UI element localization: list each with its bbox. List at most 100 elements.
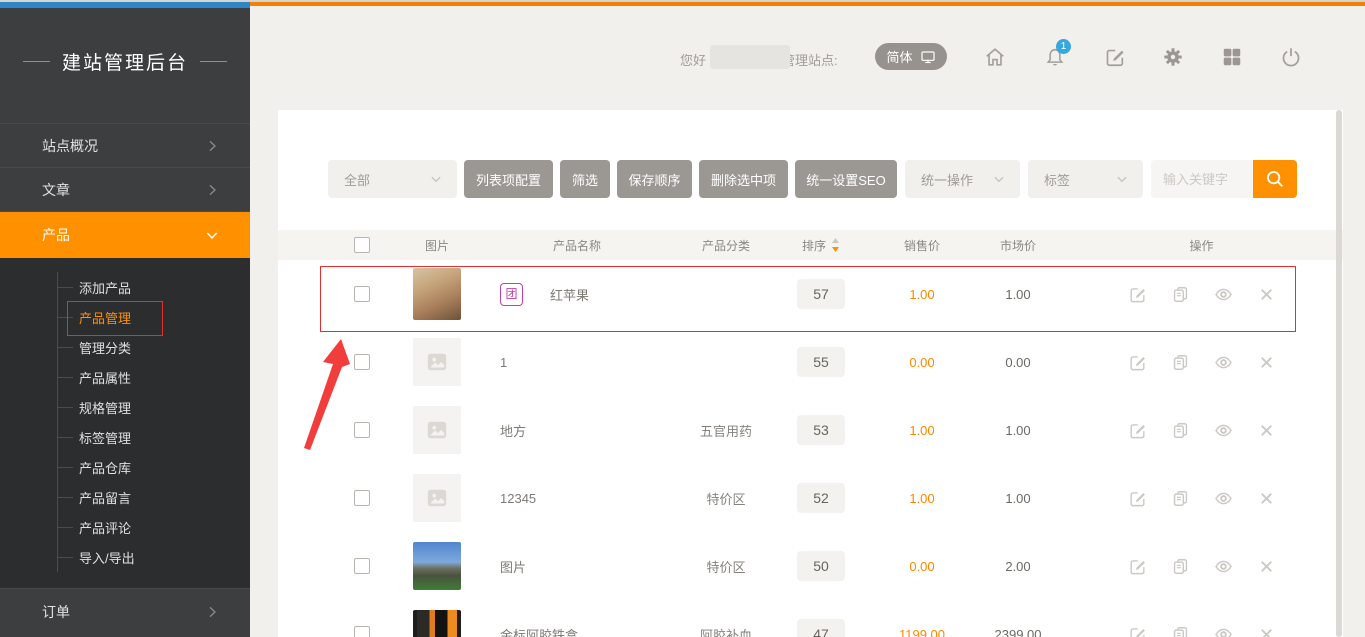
products-submenu: 添加产品 产品管理 管理分类 产品属性 规格管理 标签管理 产品仓库 产品留言 … xyxy=(0,258,250,588)
submenu-add-product[interactable]: 添加产品 xyxy=(58,272,250,302)
row-actions xyxy=(1060,489,1343,508)
preview-icon[interactable] xyxy=(1214,421,1233,440)
submenu-product-attributes[interactable]: 产品属性 xyxy=(58,362,250,392)
app-title-text: 建站管理后台 xyxy=(62,48,188,75)
row-checkbox[interactable] xyxy=(354,286,370,302)
header-checkbox-cell xyxy=(278,237,398,253)
submenu-import-export[interactable]: 导入/导出 xyxy=(58,542,250,572)
filter-button[interactable]: 筛选 xyxy=(560,160,610,198)
market-price: 1.00 xyxy=(976,287,1060,302)
save-order-button[interactable]: 保存顺序 xyxy=(617,160,692,198)
set-seo-button[interactable]: 统一设置SEO xyxy=(795,160,897,198)
grid-apps-icon[interactable] xyxy=(1221,46,1243,68)
submenu-label: 规格管理 xyxy=(79,398,131,417)
product-name-cell: 金标阿胶铁盒 xyxy=(476,625,678,637)
app-title: 建站管理后台 xyxy=(0,0,250,123)
sort-value[interactable]: 57 xyxy=(797,279,845,309)
search-input[interactable] xyxy=(1151,160,1253,198)
submenu-manage-categories[interactable]: 管理分类 xyxy=(58,332,250,362)
sort-value[interactable]: 47 xyxy=(797,619,845,637)
delete-icon[interactable] xyxy=(1257,421,1276,440)
copy-icon[interactable] xyxy=(1171,625,1190,637)
notifications-bell[interactable]: 1 xyxy=(1044,46,1066,68)
submenu-product-reviews[interactable]: 产品评论 xyxy=(58,512,250,542)
preview-icon[interactable] xyxy=(1214,625,1233,637)
sidebar-item-site-overview[interactable]: 站点概况 xyxy=(0,123,250,167)
select-all-checkbox[interactable] xyxy=(354,237,370,253)
preview-icon[interactable] xyxy=(1214,285,1233,304)
home-icon[interactable] xyxy=(984,46,1006,68)
market-price: 2.00 xyxy=(976,559,1060,574)
col-sort[interactable]: 排序 xyxy=(774,237,868,254)
row-checkbox-cell xyxy=(278,626,398,637)
sidebar: 建站管理后台 站点概况 文章 产品 添加产品 产品管理 管理分类 产品属性 规格… xyxy=(0,0,250,637)
copy-icon[interactable] xyxy=(1171,421,1190,440)
delete-icon[interactable] xyxy=(1257,353,1276,372)
copy-icon[interactable] xyxy=(1171,557,1190,576)
edit-icon[interactable] xyxy=(1128,353,1147,372)
image-placeholder-icon xyxy=(426,419,448,441)
tag-dropdown[interactable]: 标签 xyxy=(1028,160,1143,198)
delete-icon[interactable] xyxy=(1257,557,1276,576)
delete-icon[interactable] xyxy=(1257,489,1276,508)
preview-icon[interactable] xyxy=(1214,557,1233,576)
list-config-button[interactable]: 列表项配置 xyxy=(464,160,553,198)
row-checkbox[interactable] xyxy=(354,626,370,637)
vertical-scrollbar[interactable] xyxy=(1336,110,1342,637)
sort-cell: 50 xyxy=(774,551,868,581)
edit-icon[interactable] xyxy=(1128,625,1147,637)
row-checkbox[interactable] xyxy=(354,354,370,370)
preview-icon[interactable] xyxy=(1214,489,1233,508)
edit-icon[interactable] xyxy=(1128,421,1147,440)
submenu-tag-management[interactable]: 标签管理 xyxy=(58,422,250,452)
product-name: 1 xyxy=(500,355,507,370)
edit-icon[interactable] xyxy=(1128,489,1147,508)
copy-icon[interactable] xyxy=(1171,353,1190,372)
power-icon[interactable] xyxy=(1280,46,1302,68)
edit-icon[interactable] xyxy=(1128,557,1147,576)
language-label: 简体 xyxy=(886,47,912,66)
submenu-spec-management[interactable]: 规格管理 xyxy=(58,392,250,422)
sidebar-item-orders[interactable]: 订单 xyxy=(0,588,250,634)
search-button[interactable] xyxy=(1253,160,1297,198)
copy-icon[interactable] xyxy=(1171,285,1190,304)
market-price: 1.00 xyxy=(976,491,1060,506)
col-image: 图片 xyxy=(398,237,476,254)
sort-value[interactable]: 50 xyxy=(797,551,845,581)
sidebar-item-label: 产品 xyxy=(42,225,70,245)
chevron-down-icon xyxy=(1115,172,1129,186)
edit-icon[interactable] xyxy=(1128,285,1147,304)
gear-icon[interactable] xyxy=(1162,46,1184,68)
filter-all-dropdown[interactable]: 全部 xyxy=(328,160,457,198)
delete-selected-button[interactable]: 删除选中项 xyxy=(699,160,788,198)
delete-icon[interactable] xyxy=(1257,625,1276,637)
submenu-product-messages[interactable]: 产品留言 xyxy=(58,482,250,512)
chevron-down-icon xyxy=(992,172,1006,186)
submenu-label: 标签管理 xyxy=(79,428,131,447)
sort-value[interactable]: 52 xyxy=(797,483,845,513)
copy-icon[interactable] xyxy=(1171,489,1190,508)
table-row: 12345 特价区 52 1.00 1.00 xyxy=(278,464,1343,532)
sort-arrows-icon[interactable] xyxy=(831,237,840,253)
compose-icon[interactable] xyxy=(1104,46,1126,68)
col-category: 产品分类 xyxy=(678,237,774,254)
row-checkbox[interactable] xyxy=(354,422,370,438)
preview-icon[interactable] xyxy=(1214,353,1233,372)
delete-icon[interactable] xyxy=(1257,285,1276,304)
product-category: 五官用药 xyxy=(678,421,774,440)
thumbnail-cell xyxy=(398,268,476,320)
submenu-product-warehouse[interactable]: 产品仓库 xyxy=(58,452,250,482)
sort-value[interactable]: 53 xyxy=(797,415,845,445)
product-thumbnail xyxy=(413,610,461,637)
submenu-product-management[interactable]: 产品管理 xyxy=(58,302,250,332)
sort-value[interactable]: 55 xyxy=(797,347,845,377)
row-actions xyxy=(1060,353,1343,372)
sidebar-item-label: 文章 xyxy=(42,180,70,200)
batch-operation-dropdown[interactable]: 统一操作 xyxy=(905,160,1020,198)
sidebar-item-products[interactable]: 产品 xyxy=(0,211,250,258)
sidebar-item-articles[interactable]: 文章 xyxy=(0,167,250,211)
row-checkbox[interactable] xyxy=(354,558,370,574)
row-checkbox[interactable] xyxy=(354,490,370,506)
language-switch-button[interactable]: 简体 xyxy=(875,43,947,70)
batch-operation-value: 统一操作 xyxy=(921,170,973,189)
